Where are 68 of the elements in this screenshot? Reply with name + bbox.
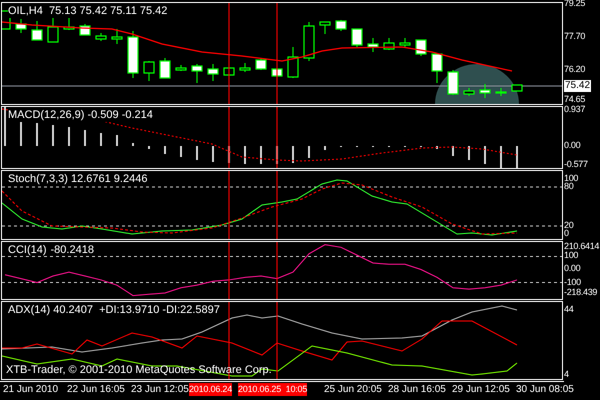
indicator-label: ADX(14) 40.2407 +DI:13.9710 -DI:22.5897 (8, 304, 220, 317)
candlestick (111, 28, 123, 44)
candlestick (239, 62, 251, 72)
crosshair-line (228, 171, 230, 239)
candlestick (271, 68, 283, 77)
indicator-label: MACD(12,26,9) -0.509 -0.214 (8, 109, 153, 122)
candlestick (351, 28, 363, 48)
candlestick (191, 64, 203, 84)
candlestick (79, 24, 91, 36)
axis-label: 100 (564, 250, 578, 262)
axis-label: 0.00 (564, 140, 580, 151)
candlestick (415, 39, 427, 56)
candlestick (287, 46, 299, 78)
axis-label: -100 (564, 276, 581, 288)
axis-label: 76.20 (564, 64, 586, 75)
candlestick (303, 22, 315, 62)
time-axis-label: 28 Jun 16:05 (388, 383, 446, 396)
axis-label: 0.00 (564, 263, 580, 274)
candlestick (319, 21, 331, 34)
time-axis-label: 21 Jun 2010 (3, 383, 58, 396)
axis-label: 4 (564, 369, 569, 380)
time-axis-label: 2010.06.24 (189, 383, 232, 396)
axis-label: 77.70 (564, 31, 586, 42)
candlestick (495, 88, 507, 96)
axis-label: 20 (564, 220, 574, 230)
crosshair-line (276, 171, 278, 239)
candlestick (383, 38, 395, 50)
time-axis-label: 25 Jun 20:05 (324, 383, 382, 396)
axis-label: 210.6414 (564, 241, 600, 252)
axis-label: 100 (564, 173, 578, 183)
axis-label: 0 (564, 228, 569, 239)
candlestick (47, 16, 59, 43)
axis-label: 80 (564, 181, 574, 192)
axis-label: 75.42 (564, 80, 592, 92)
time-axis-label: 2010.06.25 10:05 (238, 383, 308, 396)
axis-label: 74.65 (564, 94, 586, 105)
axis-label: -0.577 (564, 159, 588, 170)
candlestick (31, 20, 43, 41)
axis-label: 0.937 (564, 104, 586, 115)
time-axis-label: 29 Jun 12:05 (452, 383, 510, 396)
candlestick (15, 18, 27, 34)
crosshair-line (228, 242, 230, 299)
candlestick (159, 58, 171, 79)
candlestick (175, 64, 187, 72)
indicator-label: Stoch(7,3,3) 12.6761 9.2446 (8, 173, 148, 186)
time-axis-label: 22 Jun 16:05 (67, 383, 125, 396)
candlestick (447, 70, 459, 96)
candlestick (399, 38, 411, 48)
candlestick (127, 30, 139, 78)
candlestick (431, 53, 443, 84)
candlestick (463, 88, 475, 96)
time-axis-label: 30 Jun 08:05 (516, 383, 574, 396)
candlestick (255, 58, 267, 70)
time-axis-label: 23 Jun 12:05 (131, 383, 189, 396)
axis-label: -218.439 (564, 287, 598, 298)
candlestick (207, 64, 219, 82)
candlestick (479, 84, 491, 98)
axis-label: 44 (564, 304, 574, 315)
candlestick (95, 32, 107, 42)
indicator-name: CCI(14) (8, 244, 47, 257)
candlestick (335, 20, 347, 32)
candlestick (223, 67, 235, 76)
axis-label: 79.25 (564, 0, 586, 9)
candlestick (367, 38, 379, 52)
candlestick (143, 60, 155, 82)
indicator-value: -80.2418 (50, 244, 94, 257)
crosshair-line (276, 242, 278, 299)
candlestick (511, 84, 523, 92)
